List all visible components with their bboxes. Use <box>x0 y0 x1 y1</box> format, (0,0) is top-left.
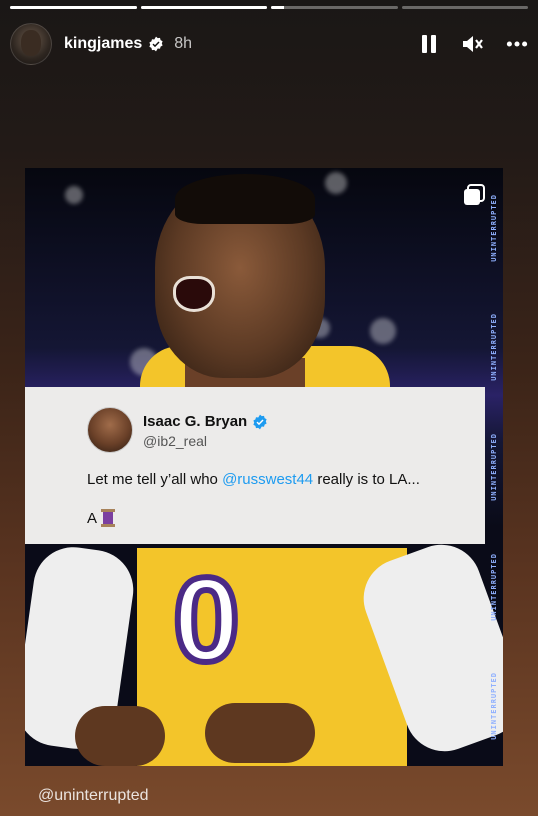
pause-icon[interactable] <box>418 33 440 55</box>
progress-fill <box>10 6 137 9</box>
tweet-avatar <box>87 407 133 453</box>
progress-segment <box>271 6 398 9</box>
bokeh-light <box>370 318 396 344</box>
thread-spool-icon <box>101 509 116 527</box>
right-fist <box>205 703 315 763</box>
tweet-text-before: Let me tell y’all who <box>87 471 223 488</box>
story-header: kingjames 8h <box>10 22 528 66</box>
side-brand-text: UNINTERRUPTED <box>490 433 498 501</box>
post-time: 8h <box>174 35 193 52</box>
progress-fill <box>271 6 284 9</box>
player-mouth <box>173 276 215 312</box>
avatar[interactable] <box>10 23 52 65</box>
mention-sticker[interactable]: @uninterrupted <box>38 787 149 805</box>
tweet-text-after: really is to LA... <box>313 471 420 488</box>
progress-segment <box>401 6 528 9</box>
tweet-author-name: Isaac G. Bryan <box>143 413 248 430</box>
left-fist <box>75 706 165 766</box>
story-controls <box>418 33 528 55</box>
story-progress <box>10 6 528 9</box>
side-brand-text: UNINTERRUPTED <box>490 193 498 262</box>
progress-segment <box>140 6 267 9</box>
tweet-line2-text: A <box>87 509 98 527</box>
carousel-icon <box>463 184 485 206</box>
jersey-number: 0 <box>170 553 243 687</box>
tweet-author: Isaac G. Bryan <box>143 413 268 430</box>
side-brand-text: UNINTERRUPTED <box>490 313 498 382</box>
side-brand-text: UNINTERRUPTED <box>490 552 498 621</box>
verified-badge-icon <box>148 36 164 52</box>
progress-fill <box>140 6 267 9</box>
tweet-mention: @russwest44 <box>222 471 314 488</box>
progress-segment <box>10 6 137 9</box>
embedded-tweet: Isaac G. Bryan @ib2_real Let me tell y’a… <box>25 387 485 544</box>
side-brand-text: UNINTERRUPTED <box>490 672 498 741</box>
tweet-handle: @ib2_real <box>143 433 208 449</box>
tweet-text: Let me tell y’all who @russwest44 really… <box>87 471 420 488</box>
player-hair <box>175 174 315 224</box>
verified-badge-icon <box>253 414 267 429</box>
username[interactable]: kingjames <box>64 35 142 53</box>
bokeh-light <box>325 172 347 194</box>
shared-post[interactable]: 0 Isaac G. Bryan @ib2_real Let me tell y… <box>25 168 503 766</box>
more-icon[interactable] <box>506 33 528 55</box>
bokeh-light <box>65 186 83 204</box>
mute-icon[interactable] <box>462 33 484 55</box>
tweet-line2: A <box>87 509 116 527</box>
side-brand-strip: UNINTERRUPTED UNINTERRUPTED UNINTERRUPTE… <box>487 168 501 766</box>
